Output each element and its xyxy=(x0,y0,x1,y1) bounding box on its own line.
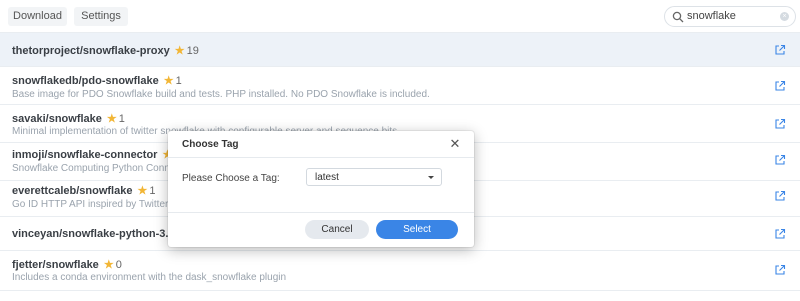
star-icon: ★ xyxy=(103,259,114,271)
chevron-down-icon xyxy=(428,176,434,179)
search-input[interactable]: snowflake × xyxy=(664,6,796,27)
external-link-icon[interactable] xyxy=(774,154,786,166)
external-link-icon[interactable] xyxy=(774,80,786,92)
close-icon[interactable]: ✕ xyxy=(448,137,462,151)
tag-select-value: latest xyxy=(315,172,339,183)
star-count: 1 xyxy=(118,113,125,125)
star-icon: ★ xyxy=(174,45,185,57)
external-link-icon[interactable] xyxy=(774,190,786,202)
repo-name: snowflakedb/pdo-snowflake xyxy=(12,75,159,87)
star-icon: ★ xyxy=(137,185,148,197)
cancel-button[interactable]: Cancel xyxy=(305,220,369,239)
tag-select[interactable]: latest xyxy=(306,168,442,186)
select-button[interactable]: Select xyxy=(376,220,458,239)
divider xyxy=(168,212,474,213)
download-button[interactable]: Download xyxy=(8,7,67,26)
repo-name: vinceyan/snowflake-python-3.1 xyxy=(12,228,175,240)
dialog-title: Choose Tag xyxy=(182,139,239,150)
external-link-icon[interactable] xyxy=(774,118,786,130)
repo-name: thetorproject/snowflake-proxy xyxy=(12,45,170,57)
tag-label: Please Choose a Tag: xyxy=(182,173,280,184)
toolbar: Download Settings snowflake × xyxy=(0,0,800,32)
list-item[interactable]: thetorproject/snowflake-proxy ★ 19 xyxy=(0,32,800,66)
repo-description: Snowflake Computing Python Connector xyxy=(12,163,193,174)
repo-name: savaki/snowflake xyxy=(12,113,102,125)
list-item[interactable] xyxy=(0,290,800,301)
settings-button[interactable]: Settings xyxy=(74,7,128,26)
list-item[interactable]: snowflakedb/pdo-snowflake ★ 1 Base image f… xyxy=(0,66,800,104)
repo-name: inmoji/snowflake-connector xyxy=(12,149,158,161)
list-item[interactable]: fjetter/snowflake ★ 0 Includes a conda env… xyxy=(0,250,800,290)
external-link-icon[interactable] xyxy=(774,264,786,276)
divider xyxy=(168,157,474,158)
repo-description: Base image for PDO Snowflake build and t… xyxy=(12,89,430,100)
repo-name: everettcaleb/snowflake xyxy=(12,185,133,197)
repo-description: Go ID HTTP API inspired by Twitter xyxy=(12,199,169,210)
external-link-icon[interactable] xyxy=(774,44,786,56)
search-icon xyxy=(672,11,684,23)
choose-tag-dialog: Choose Tag ✕ Please Choose a Tag: latest… xyxy=(168,131,474,247)
external-link-icon[interactable] xyxy=(774,228,786,240)
repo-description: Includes a conda environment with the da… xyxy=(12,272,287,283)
star-count: 1 xyxy=(175,75,182,87)
star-count: 1 xyxy=(149,185,156,197)
search-value: snowflake xyxy=(687,10,736,22)
star-count: 19 xyxy=(186,45,199,57)
star-icon: ★ xyxy=(106,113,117,125)
repo-name: fjetter/snowflake xyxy=(12,259,99,271)
clear-search-icon[interactable]: × xyxy=(780,12,789,21)
star-count: 0 xyxy=(115,259,122,271)
star-icon: ★ xyxy=(163,75,174,87)
